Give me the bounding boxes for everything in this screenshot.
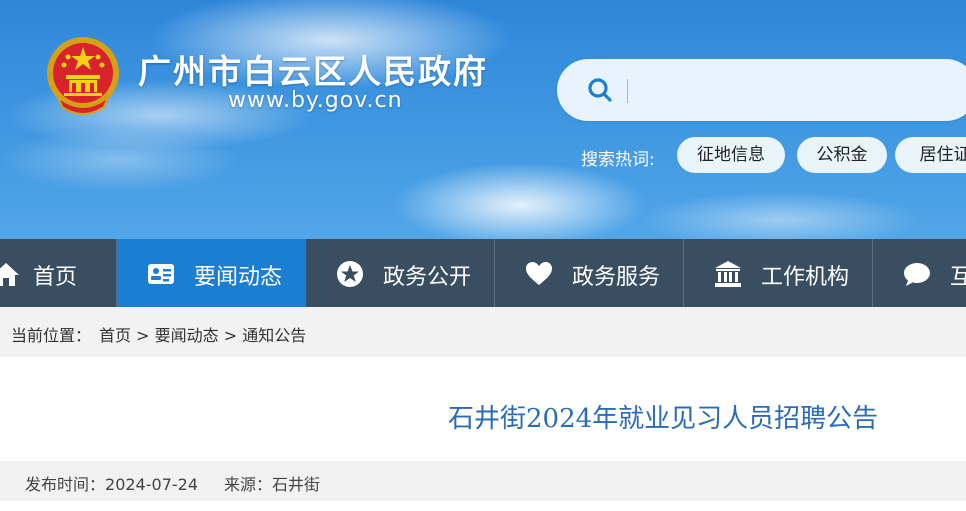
nav-item-interaction[interactable]: 互 [873, 239, 966, 307]
star-icon [337, 261, 363, 287]
article-meta: 发布时间：2024-07-24 来源：石井街 [25, 471, 320, 495]
site-url[interactable]: www.by.gov.cn [228, 88, 403, 113]
nav-item-work-agencies[interactable]: 工作机构 [684, 239, 873, 307]
national-emblem-icon [47, 37, 119, 115]
home-icon [0, 263, 19, 286]
breadcrumb: 当前位置： 首页 > 要闻动态 > 通知公告 [11, 322, 306, 346]
nav-item-gov-services[interactable]: 政务服务 [495, 239, 684, 307]
chat-bubble-icon [904, 263, 930, 286]
hot-tag-residence-permit[interactable]: 居住证 [895, 137, 966, 173]
site-title[interactable]: 广州市白云区人民政府 [138, 45, 488, 93]
breadcrumb-separator: > [218, 326, 243, 345]
nav-label: 政务服务 [572, 265, 661, 290]
publish-date: 2024-07-24 [105, 475, 198, 494]
search-box[interactable] [557, 59, 966, 121]
building-icon [715, 261, 741, 287]
breadcrumb-separator: > [131, 326, 155, 345]
nav-label: 互 [950, 265, 966, 290]
hot-search-label: 搜索热词: [581, 150, 655, 170]
hot-tag-land-info[interactable]: 征地信息 [677, 137, 785, 173]
source-value: 石井街 [272, 475, 321, 494]
hot-tag-housing-fund[interactable]: 公积金 [797, 137, 887, 173]
nav-label: 工作机构 [761, 265, 850, 290]
nav-label: 首页 [33, 265, 78, 290]
nav-label: 政务公开 [383, 265, 472, 290]
breadcrumb-prefix: 当前位置： [11, 326, 92, 345]
breadcrumb-link-news[interactable]: 要闻动态 [155, 326, 219, 345]
publish-date-label: 发布时间： [25, 475, 106, 494]
breadcrumb-link-notices[interactable]: 通知公告 [242, 326, 306, 345]
article-meta-bar: 发布时间：2024-07-24 来源：石井街 [0, 461, 966, 501]
heart-icon [526, 262, 552, 285]
nav-label: 要闻动态 [194, 265, 283, 290]
search-divider [627, 79, 628, 103]
site-header: 广州市白云区人民政府 www.by.gov.cn 搜索热词: 征地信息 公积金 … [0, 0, 966, 239]
search-icon[interactable] [587, 77, 613, 103]
breadcrumb-bar: 当前位置： 首页 > 要闻动态 > 通知公告 [0, 307, 966, 357]
search-input[interactable] [637, 74, 961, 108]
news-card-icon [148, 264, 174, 284]
nav-item-news[interactable]: 要闻动态 [117, 239, 306, 307]
nav-item-home[interactable]: 首页 [0, 239, 117, 307]
main-nav: 首页 要闻动态 政务公开 政务服务 工作机构 互 [0, 239, 966, 307]
article-title: 石井街2024年就业见习人员招聘公告 [448, 404, 879, 434]
nav-item-gov-affairs-open[interactable]: 政务公开 [306, 239, 495, 307]
breadcrumb-link-home[interactable]: 首页 [99, 326, 131, 345]
source-label: 来源： [224, 475, 273, 494]
